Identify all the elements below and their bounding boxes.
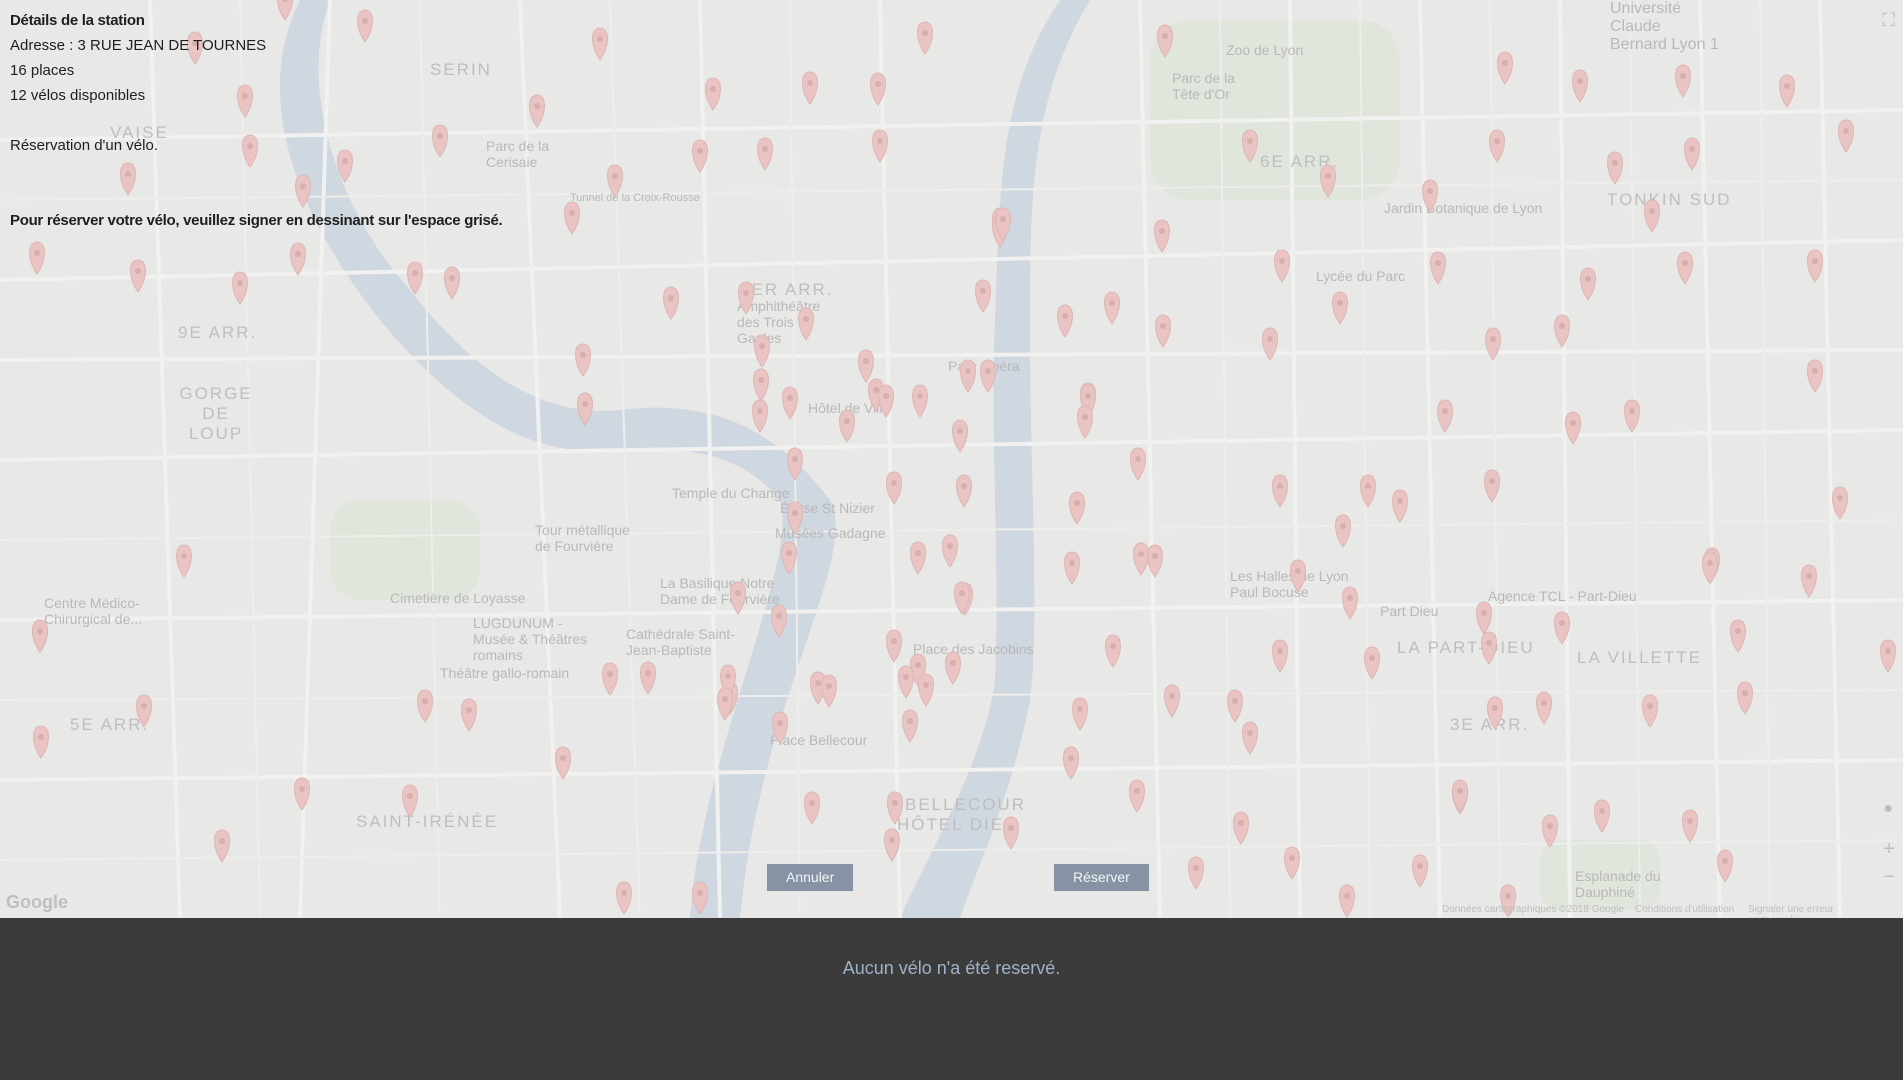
fullscreen-icon[interactable]: ⛶ — [1882, 10, 1895, 31]
reservation-status: Aucun vélo n'a été reservé. — [842, 958, 1061, 978]
zoom-out-button[interactable]: − — [1883, 866, 1895, 889]
reserve-button[interactable]: Réserver — [1054, 864, 1149, 891]
zoom-in-button[interactable]: + — [1883, 838, 1895, 861]
station-title: Détails de la station — [10, 12, 145, 29]
station-bikes: 12 vélos disponibles — [10, 87, 146, 104]
map-terms-link[interactable]: Conditions d'utilisation — [1635, 904, 1734, 915]
map-report-link[interactable]: Signaler une erreur cartographique — [1748, 904, 1903, 918]
station-details: Détails de la station Adresse : 3 RUE JE… — [10, 8, 503, 233]
station-places: 16 places — [10, 62, 75, 79]
station-address: Adresse : 3 RUE JEAN DE TOURNES — [10, 37, 267, 54]
map-attribution: Données cartographiques ©2018 Google — [1442, 904, 1624, 915]
sign-hint: Pour réserver votre vélo, veuillez signe… — [10, 212, 503, 229]
pegman-icon[interactable]: ● — [1883, 800, 1893, 818]
footer — [0, 918, 1903, 1080]
cancel-button[interactable]: Annuler — [767, 864, 854, 891]
google-logo: Google — [6, 892, 68, 912]
map[interactable]: SERIN VAISE 9E ARR. GORGE DE LOUP 6E ARR… — [0, 0, 1903, 918]
reservation-text: Réservation d'un vélo. — [10, 137, 158, 154]
